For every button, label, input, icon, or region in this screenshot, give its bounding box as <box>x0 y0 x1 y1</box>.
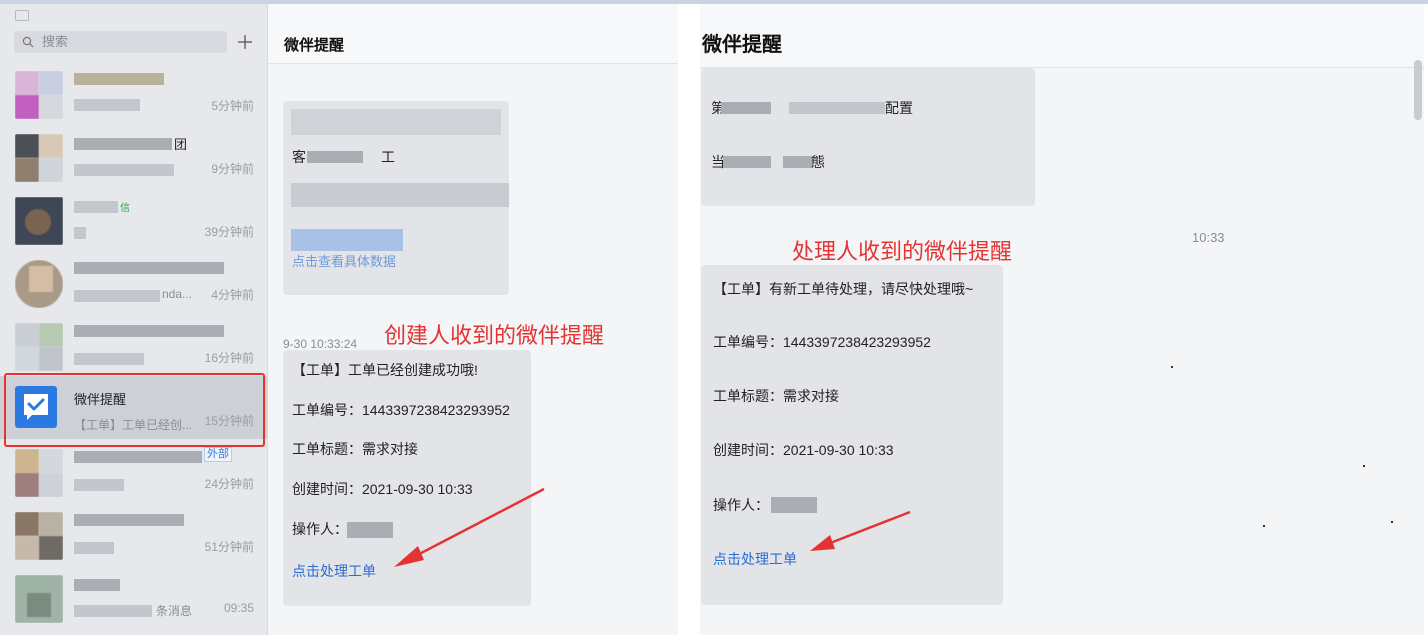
conversation-item[interactable]: nda... 4分钟前 <box>0 250 267 313</box>
conversation-time: 24分钟前 <box>204 477 254 491</box>
highlight-box <box>4 373 265 447</box>
card-text-fragment: 工 <box>381 149 395 165</box>
avatar <box>15 260 63 308</box>
avatar <box>15 134 63 182</box>
ticket-title: 工单标题：需求对接 <box>292 441 418 457</box>
ticket-number: 工单编号：1443397238423293952 <box>292 402 510 418</box>
avatar <box>15 71 63 119</box>
card-heading: 【工单】有新工单待处理，请尽快处理哦~ <box>713 281 974 297</box>
speck <box>1363 465 1365 467</box>
conversation-time: 16分钟前 <box>204 351 254 365</box>
conversation-time: 4分钟前 <box>211 288 254 302</box>
message-card-previous: 第 配置 当 態 <box>701 68 1035 206</box>
scrollbar[interactable] <box>1414 60 1422 120</box>
avatar <box>15 323 63 371</box>
sidebar: 5分钟前 团 9分钟前 信 39分钟前 <box>0 4 268 635</box>
speck <box>1391 521 1393 523</box>
chat-title: 微伴提醒 <box>702 34 782 56</box>
avatar <box>15 449 63 497</box>
operator-label: 操作人： <box>713 497 769 513</box>
ticket-number: 工单编号：1443397238423293952 <box>713 334 931 350</box>
plus-icon <box>238 35 252 49</box>
conversation-item[interactable]: 5分钟前 <box>0 61 267 124</box>
conversation-item[interactable]: 外部 24分钟前 <box>0 439 267 502</box>
chat-header: 微伴提醒 <box>268 4 678 64</box>
speck <box>1171 366 1173 368</box>
conversation-item[interactable]: 团 9分钟前 <box>0 124 267 187</box>
card-link-previous[interactable]: 点击查看具体数据 <box>292 251 396 270</box>
conversation-title-fragment: 团 <box>174 137 188 152</box>
conversation-list: 5分钟前 团 9分钟前 信 39分钟前 nda... 4分钟前 16分钟前 微伴… <box>0 61 267 628</box>
search-input[interactable] <box>42 34 222 50</box>
message-timestamp: 10:33 <box>1192 230 1225 245</box>
ticket-title: 工单标题：需求对接 <box>713 388 839 404</box>
external-badge: 外部 <box>204 447 232 462</box>
message-card: 【工单】有新工单待处理，请尽快处理哦~ 工单编号：144339723842329… <box>701 265 1003 605</box>
operator-label: 操作人： <box>292 521 348 537</box>
card-text-fragment: 客 <box>292 149 306 165</box>
annotation-creator: 创建人收到的微伴提醒 <box>384 323 605 348</box>
avatar <box>15 512 63 560</box>
card-text-fragment: 配置 <box>885 100 913 116</box>
message-timestamp: 9-30 10:33:24 <box>283 337 358 351</box>
annotation-handler: 处理人收到的微伴提醒 <box>792 239 1013 264</box>
conversation-time: 51分钟前 <box>204 540 254 554</box>
conversation-item[interactable]: 51分钟前 <box>0 502 267 565</box>
conversation-time: 09:35 <box>223 601 254 615</box>
message-card-previous: 客 工 点击查看具体数据 <box>283 101 509 295</box>
chat-panel-handler: 微伴提醒 第 配置 当 態 10:33 【工单】有新工单待处理，请尽快处理哦~ … <box>700 4 1424 635</box>
conversation-time: 9分钟前 <box>211 162 254 176</box>
conversation-time: 5分钟前 <box>211 99 254 113</box>
window-menu-icon[interactable] <box>15 10 29 21</box>
search-box[interactable] <box>14 31 227 53</box>
search-icon <box>22 36 34 48</box>
status-tag: 信 <box>120 203 130 214</box>
avatar <box>15 575 63 623</box>
divider <box>678 4 700 635</box>
conversation-item[interactable]: 信 39分钟前 <box>0 187 267 250</box>
conversation-time: 39分钟前 <box>204 225 254 239</box>
card-text-fragment: 態 <box>811 154 825 170</box>
message-card: 【工单】工单已经创建成功哦! 工单编号：1443397238423293952 … <box>283 350 531 606</box>
avatar <box>15 197 63 245</box>
chat-header: 微伴提醒 <box>700 4 1424 68</box>
conversation-item[interactable]: 16分钟前 <box>0 313 267 376</box>
conversation-preview-fragment: nda... <box>162 287 193 301</box>
card-heading: 【工单】工单已经创建成功哦! <box>292 362 478 378</box>
handle-ticket-link[interactable]: 点击处理工单 <box>292 561 376 581</box>
add-button[interactable] <box>234 31 256 53</box>
conversation-preview-fragment: 条消息 <box>156 604 193 618</box>
speck <box>1263 525 1265 527</box>
created-time: 创建时间：2021-09-30 10:33 <box>292 481 473 497</box>
handle-ticket-link[interactable]: 点击处理工单 <box>713 549 797 569</box>
conversation-item[interactable]: 条消息 09:35 <box>0 565 267 628</box>
created-time: 创建时间：2021-09-30 10:33 <box>713 442 894 458</box>
chat-title: 微伴提醒 <box>284 37 345 54</box>
